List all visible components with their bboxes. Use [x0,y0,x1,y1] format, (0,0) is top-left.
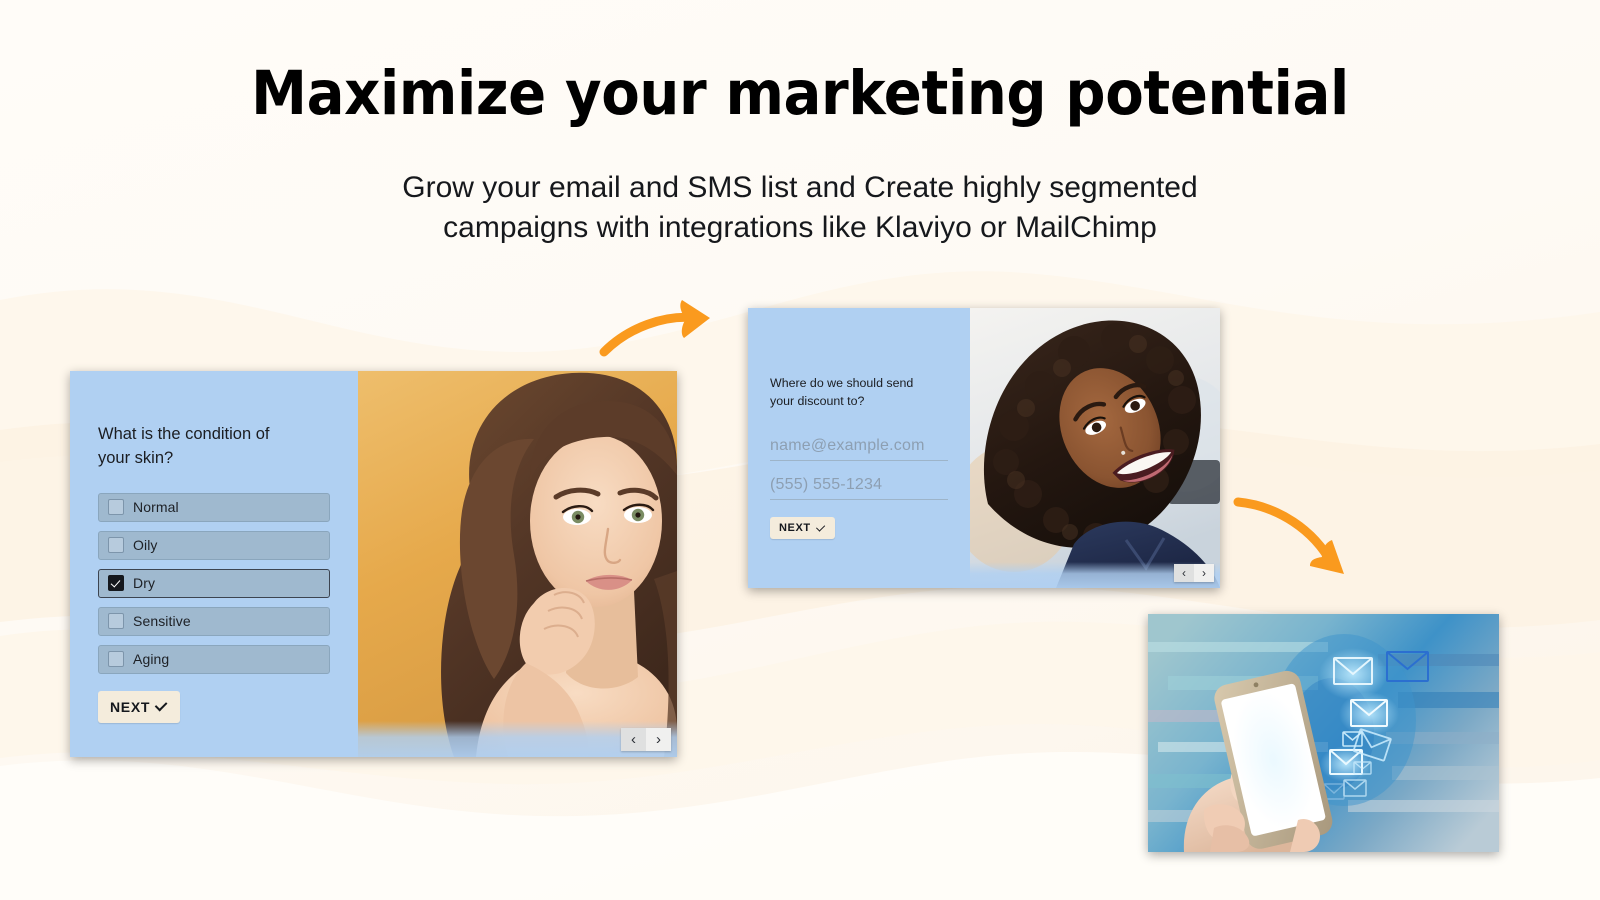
quiz-option-sensitive[interactable]: Sensitive [98,606,330,636]
quiz-option-label: Normal [133,499,179,516]
hero-header: Maximize your marketing potential Grow y… [0,58,1600,247]
quiz-form-pane: What is the condition of your skin? Norm… [70,371,358,757]
email-next-button[interactable]: NEXT [770,517,835,540]
quiz-option-normal[interactable]: Normal [98,492,330,522]
email-blast-card [1148,614,1499,852]
arrow-down-right-icon [1233,497,1344,574]
email-input[interactable]: name@example.com [770,437,948,462]
checkbox-icon[interactable] [108,499,124,516]
checkbox-icon[interactable] [108,613,124,630]
check-icon [815,522,825,532]
beauty-model-photo [358,371,677,757]
phone-input[interactable]: (555) 555-1234 [770,476,948,501]
prev-slide-button[interactable]: ‹ [1174,564,1194,582]
quiz-option-dry[interactable]: Dry [98,568,330,598]
checkbox-icon[interactable] [108,651,124,668]
smiling-woman-photo [970,308,1220,588]
email-next-label: NEXT [779,522,811,535]
next-slide-button[interactable]: › [646,728,671,751]
quiz-next-button[interactable]: NEXT [98,690,181,723]
quiz-option-aging[interactable]: Aging [98,644,330,674]
quiz-option-label: Oily [133,537,158,554]
next-slide-button[interactable]: › [1194,564,1214,582]
email-form-pane: Where do we should send your discount to… [748,308,970,588]
email-capture-popup: Where do we should send your discount to… [748,308,1220,588]
skin-quiz-popup: What is the condition of your skin? Norm… [70,371,677,757]
quiz-option-label: Sensitive [133,613,191,630]
quiz-option-label: Dry [133,575,156,592]
quiz-next-label: NEXT [110,698,151,715]
checkbox-checked-icon[interactable] [108,575,124,592]
page-title: Maximize your marketing potential [251,58,1349,129]
checkbox-icon[interactable] [108,537,124,554]
email-nav-controls: ‹ › [1174,564,1214,582]
quiz-photo-pane [358,371,677,757]
page-subtitle: Grow your email and SMS list and Create … [402,171,1198,244]
quiz-question: What is the condition of your skin? [98,425,270,467]
email-question: Where do we should send your discount to… [770,376,914,408]
prev-slide-button[interactable]: ‹ [621,728,646,751]
phone-envelopes-photo [1148,614,1499,852]
arrow-right-icon [599,300,710,357]
check-icon [154,699,168,712]
quiz-option-oily[interactable]: Oily [98,530,330,560]
quiz-option-label: Aging [133,651,170,668]
quiz-nav-controls: ‹ › [621,728,671,751]
email-photo-pane [970,308,1220,588]
